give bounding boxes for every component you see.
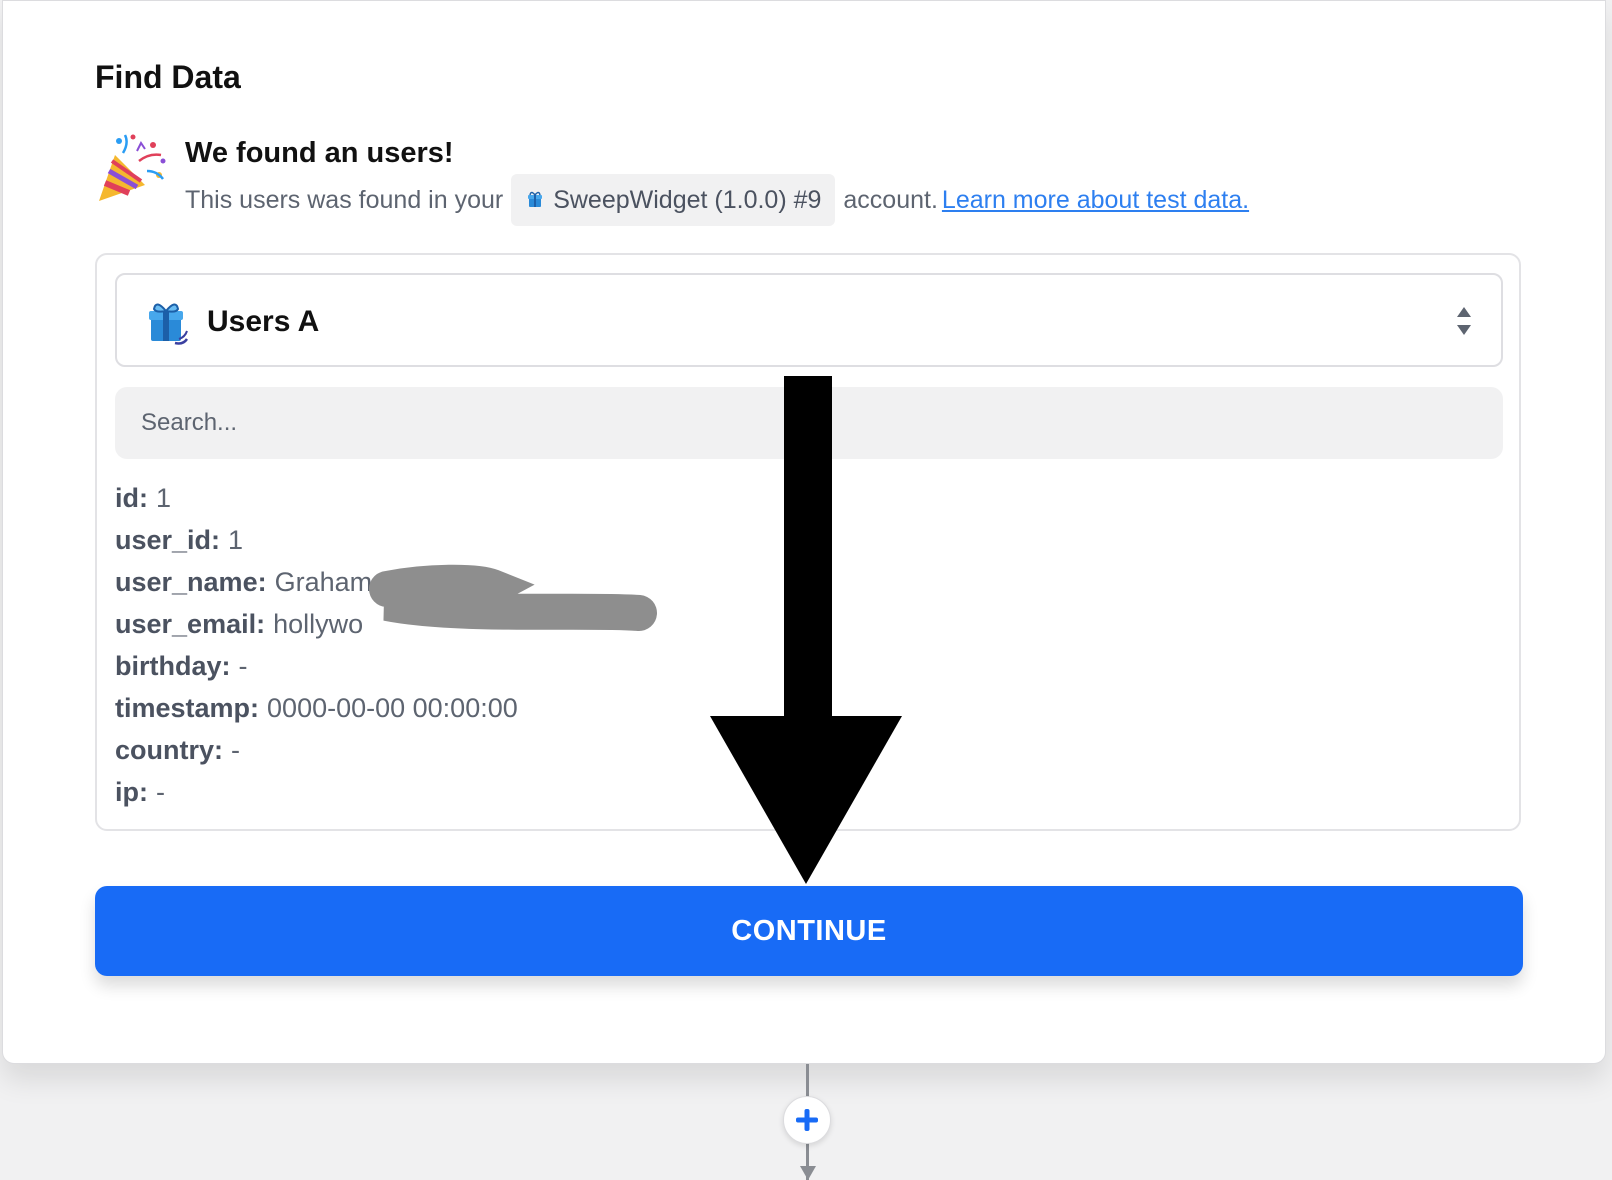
- field-value: -: [231, 735, 240, 765]
- continue-button[interactable]: CONTINUE: [95, 886, 1523, 976]
- gift-box-icon: [149, 303, 189, 345]
- plus-icon: [796, 1109, 818, 1131]
- sort-arrows-icon: [1457, 307, 1471, 335]
- found-prefix-text: This users was found in your: [185, 185, 504, 214]
- found-description: This users was found in your SweepWidget…: [185, 173, 1249, 227]
- party-popper-icon: [99, 134, 166, 201]
- found-suffix-text: account.: [843, 185, 938, 214]
- field-value: 0000-00-00 00:00:00: [267, 693, 518, 723]
- section-title: Find Data: [95, 59, 241, 95]
- field-key: id:: [115, 483, 148, 513]
- field-row: ip: -: [115, 771, 518, 813]
- flow-arrow-down-icon: [800, 1166, 816, 1180]
- annotation-arrow-down-icon: [710, 376, 902, 884]
- field-row: country: -: [115, 729, 518, 771]
- learn-more-link[interactable]: Learn more about test data.: [942, 186, 1249, 215]
- field-value: hollywo: [273, 609, 364, 639]
- field-value: 1: [228, 525, 244, 555]
- field-row: timestamp: 0000-00-00 00:00:00: [115, 687, 518, 729]
- sweepwidget-icon: [528, 191, 543, 207]
- found-title: We found an users!: [185, 137, 454, 169]
- app-chip-label: SweepWidget (1.0.0) #9: [553, 185, 822, 214]
- field-key: country:: [115, 735, 223, 765]
- field-key: user_name:: [115, 567, 267, 597]
- field-value: Graham: [274, 567, 373, 597]
- field-value: -: [156, 777, 165, 807]
- field-value: -: [238, 651, 248, 681]
- record-select-dropdown[interactable]: Users A: [115, 273, 1503, 367]
- field-row: user_id: 1: [115, 519, 518, 561]
- app-account-chip: SweepWidget (1.0.0) #9: [511, 174, 836, 226]
- field-key: timestamp:: [115, 693, 260, 723]
- field-key: user_email:: [115, 609, 266, 639]
- field-value: 1: [156, 483, 172, 513]
- field-row: id: 1: [115, 477, 518, 519]
- record-select-label: Users A: [207, 305, 320, 338]
- field-key: user_id:: [115, 525, 221, 555]
- add-step-button[interactable]: [783, 1096, 831, 1144]
- field-key: ip:: [115, 777, 148, 807]
- field-key: birthday:: [115, 651, 231, 681]
